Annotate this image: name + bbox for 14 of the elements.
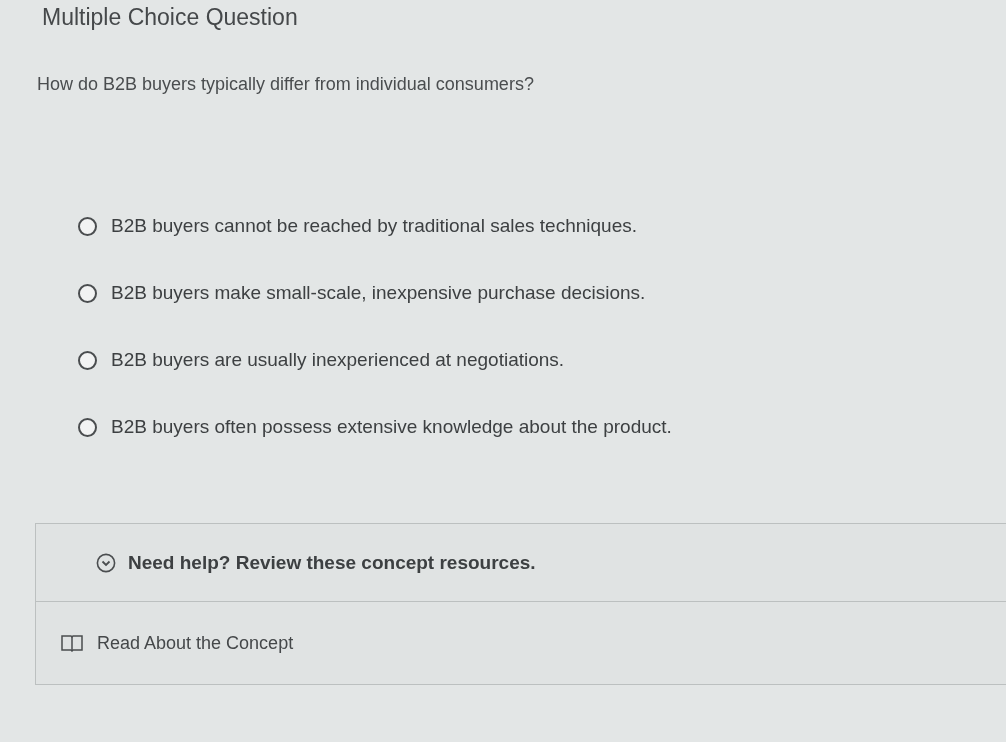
chevron-circle-icon[interactable] bbox=[96, 552, 116, 573]
radio-button[interactable] bbox=[78, 417, 97, 437]
page-title: Multiple Choice Question bbox=[42, 3, 298, 32]
question-text: How do B2B buyers typically differ from individual consumers? bbox=[37, 73, 534, 96]
radio-button[interactable] bbox=[78, 350, 97, 370]
book-icon bbox=[61, 634, 83, 652]
radio-button[interactable] bbox=[78, 283, 97, 303]
option-label: B2B buyers often possess extensive knowledge about the product. bbox=[111, 415, 672, 439]
option-label: B2B buyers cannot be reached by traditional sales techniques. bbox=[111, 214, 637, 238]
help-heading: Need help? Review these concept resources. bbox=[128, 550, 536, 575]
radio-button[interactable] bbox=[78, 216, 97, 236]
option-label: B2B buyers are usually inexperienced at negotiations. bbox=[111, 348, 565, 372]
option-label: B2B buyers make small-scale, inexpensive purchase decisions. bbox=[111, 281, 646, 305]
resource-link[interactable]: Read About the Concept bbox=[97, 631, 294, 655]
